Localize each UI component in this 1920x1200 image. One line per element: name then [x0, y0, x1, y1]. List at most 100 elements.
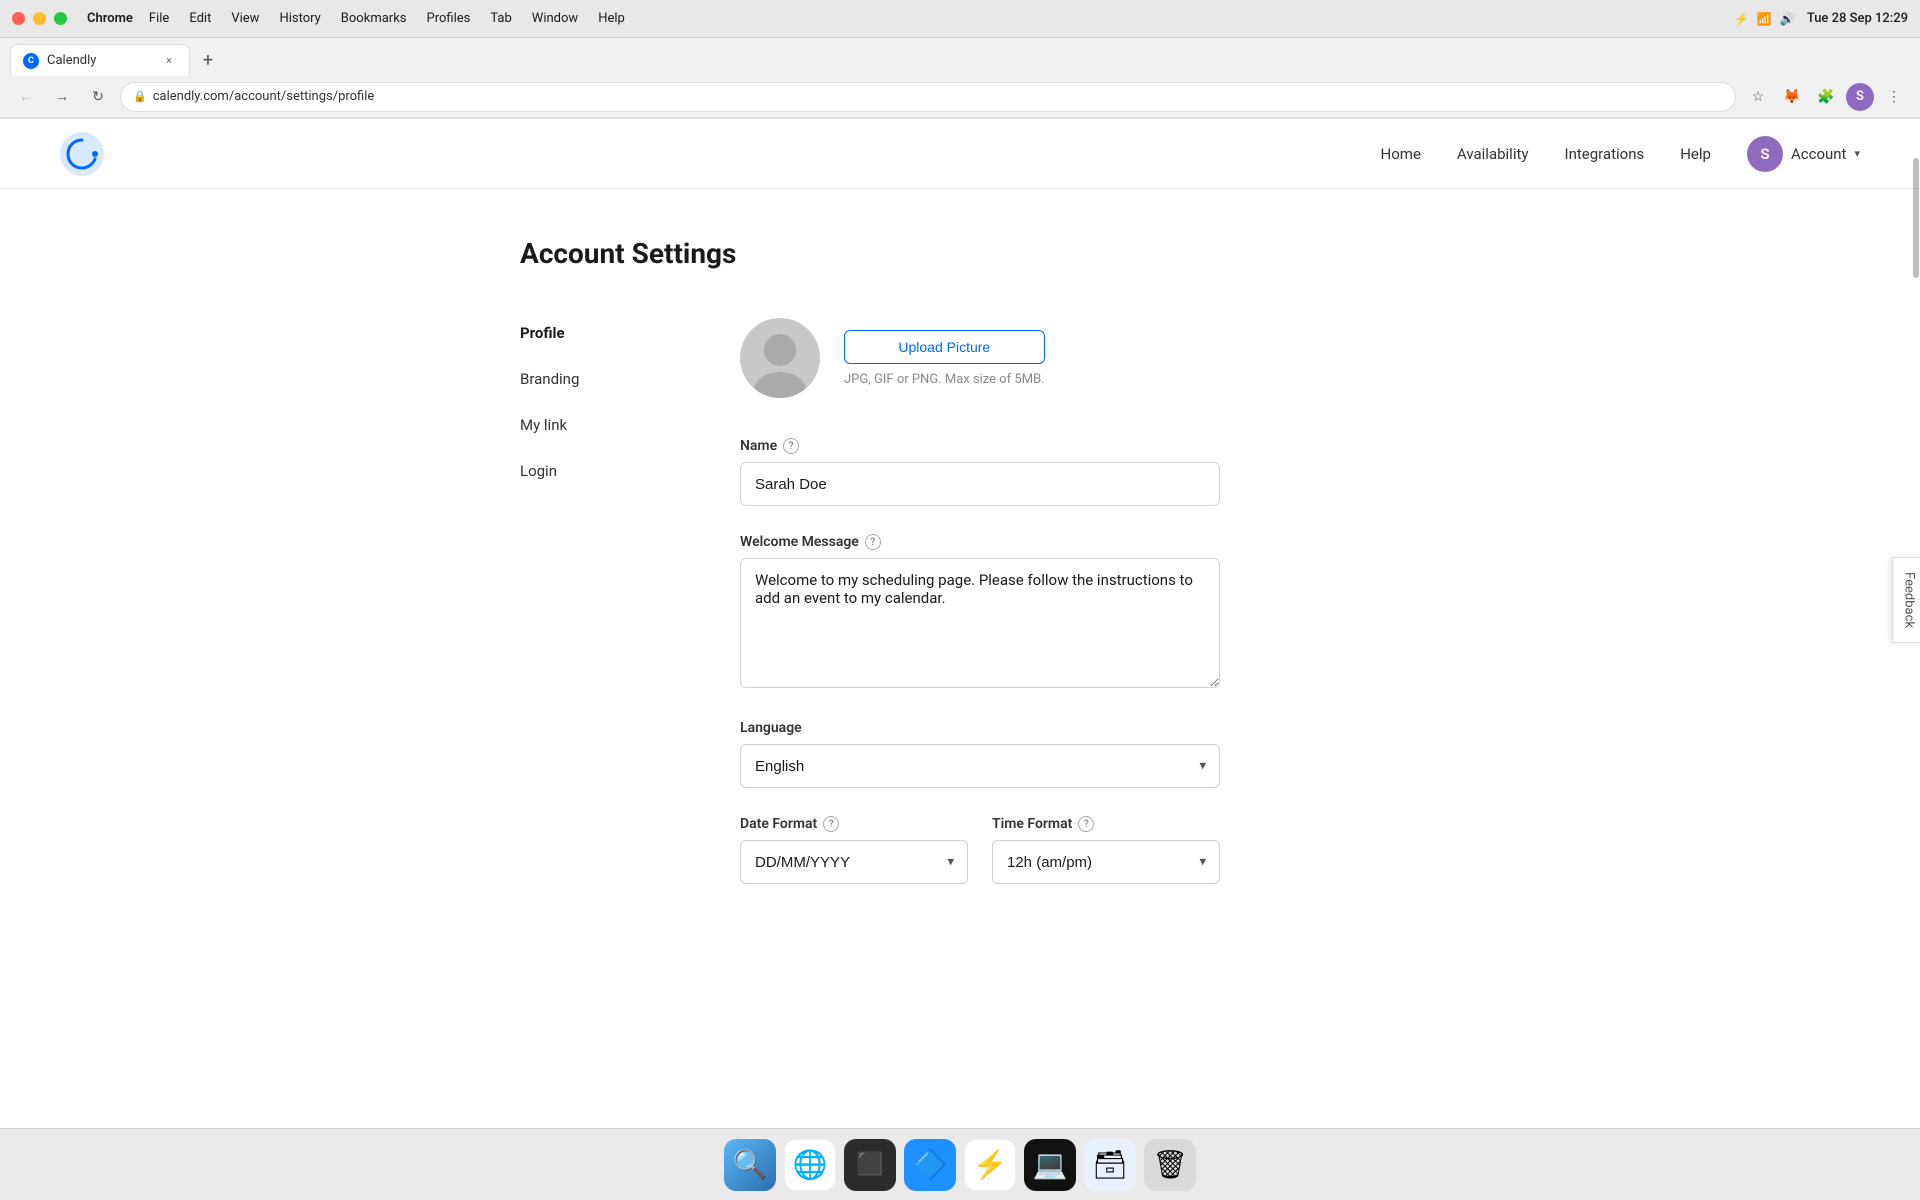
menu-bookmarks[interactable]: Bookmarks	[333, 9, 415, 28]
nav-help[interactable]: Help	[1680, 145, 1711, 163]
feedback-tab[interactable]: Feedback	[1893, 557, 1920, 643]
upload-hint: JPG, GIF or PNG. Max size of 5MB.	[844, 372, 1045, 387]
close-window-button[interactable]	[12, 12, 25, 25]
nav-integrations[interactable]: Integrations	[1564, 145, 1644, 163]
sidebar-item-my-link[interactable]: My link	[520, 410, 660, 440]
browser-chrome: C Calendly × + ← → ↻ 🔒 calendly.com/acco…	[0, 38, 1920, 119]
dock-terminal[interactable]: ⬛	[844, 1139, 896, 1191]
settings-layout: Profile Branding My link Login Upl	[520, 318, 1400, 912]
system-icons: ⚡ 📶 🔊	[1734, 12, 1795, 26]
system-time: Tue 28 Sep 12:29	[1807, 11, 1908, 26]
browser-right-controls: ☆ 🦊 🧩 S ⋮	[1744, 83, 1908, 111]
trash-icon: 🗑	[1152, 1148, 1188, 1181]
menu-view[interactable]: View	[223, 9, 267, 28]
volume-icon: 🔊	[1780, 12, 1795, 26]
menu-history[interactable]: History	[271, 9, 328, 28]
url-bar[interactable]: 🔒 calendly.com/account/settings/profile	[120, 82, 1736, 112]
maximize-window-button[interactable]	[54, 12, 67, 25]
nav-home[interactable]: Home	[1381, 145, 1421, 163]
sidebar-item-branding[interactable]: Branding	[520, 364, 660, 394]
tab-title: Calendly	[47, 53, 153, 68]
welcome-message-label: Welcome Message ?	[740, 534, 1220, 550]
fox-extension-button[interactable]: 🦊	[1778, 83, 1806, 111]
format-row: Date Format ? DD/MM/YYYY MM/DD/YYYY YYYY…	[740, 816, 1220, 912]
name-help-icon[interactable]: ?	[783, 438, 799, 454]
avatar-upload-area: Upload Picture JPG, GIF or PNG. Max size…	[844, 330, 1045, 387]
time-format-label: Time Format ?	[992, 816, 1220, 832]
minimize-window-button[interactable]	[33, 12, 46, 25]
vscode-icon: 🔷	[913, 1148, 948, 1181]
more-options-button[interactable]: ⋮	[1880, 83, 1908, 111]
menu-window[interactable]: Window	[524, 9, 586, 28]
dock-vscode[interactable]: 🔷	[904, 1139, 956, 1191]
titlebar-right: ⚡ 📶 🔊 Tue 28 Sep 12:29	[1734, 11, 1908, 26]
time-format-select[interactable]: 12h (am/pm) 24h	[992, 840, 1220, 884]
calendly-logo-icon	[60, 132, 104, 176]
settings-form: Upload Picture JPG, GIF or PNG. Max size…	[740, 318, 1220, 912]
account-label: Account	[1791, 145, 1847, 163]
upload-picture-button[interactable]: Upload Picture	[844, 330, 1045, 364]
menu-edit[interactable]: Edit	[181, 9, 219, 28]
voltcraft-icon: ⚡	[973, 1148, 1008, 1181]
sidebar-item-login[interactable]: Login	[520, 456, 660, 486]
tab-close-button[interactable]: ×	[161, 53, 177, 69]
settings-sidebar: Profile Branding My link Login	[520, 318, 660, 502]
welcome-message-help-icon[interactable]: ?	[865, 534, 881, 550]
language-select[interactable]: English Spanish French German Portuguese	[740, 744, 1220, 788]
welcome-message-input[interactable]: Welcome to my scheduling page. Please fo…	[740, 558, 1220, 688]
date-format-help-icon[interactable]: ?	[823, 816, 839, 832]
page-title: Account Settings	[520, 237, 1400, 270]
date-format-label: Date Format ?	[740, 816, 968, 832]
titlebar-menu: Chrome File Edit View History Bookmarks …	[87, 9, 633, 28]
menu-file[interactable]: File	[141, 9, 177, 28]
sidebar-item-profile[interactable]: Profile	[520, 318, 660, 348]
language-select-wrapper: English Spanish French German Portuguese…	[740, 744, 1220, 788]
name-label: Name ?	[740, 438, 1220, 454]
browser-tab[interactable]: C Calendly ×	[10, 44, 190, 76]
time-format-help-icon[interactable]: ?	[1078, 816, 1094, 832]
tableplus-icon: 🗃	[1092, 1148, 1128, 1181]
dock-finder[interactable]: 🔍	[724, 1139, 776, 1191]
bookmark-star-button[interactable]: ☆	[1744, 83, 1772, 111]
app-name: Chrome	[87, 11, 133, 26]
tab-favicon-letter: C	[28, 56, 34, 66]
date-format-field-group: Date Format ? DD/MM/YYYY MM/DD/YYYY YYYY…	[740, 816, 968, 884]
tab-bar: C Calendly × +	[0, 38, 1920, 76]
nav-availability[interactable]: Availability	[1457, 145, 1529, 163]
dock-trash[interactable]: 🗑	[1144, 1139, 1196, 1191]
scrollbar-thumb[interactable]	[1913, 158, 1919, 278]
dock-voltcraft[interactable]: ⚡	[964, 1139, 1016, 1191]
avatar-person-icon	[740, 318, 820, 398]
avatar-section: Upload Picture JPG, GIF or PNG. Max size…	[740, 318, 1220, 398]
language-field-group: Language English Spanish French German P…	[740, 720, 1220, 788]
refresh-button[interactable]: ↻	[84, 83, 112, 111]
time-format-select-wrapper: 12h (am/pm) 24h ▾	[992, 840, 1220, 884]
traffic-lights	[12, 12, 67, 25]
page-wrapper: Home Availability Integrations Help S Ac…	[0, 119, 1920, 1199]
logo[interactable]	[60, 132, 104, 176]
dock-chrome[interactable]: 🌐	[784, 1139, 836, 1191]
dock-iterm[interactable]: 💻	[1024, 1139, 1076, 1191]
profile-button[interactable]: S	[1846, 83, 1874, 111]
top-nav: Home Availability Integrations Help S Ac…	[0, 119, 1920, 189]
nav-account[interactable]: S Account ▾	[1747, 136, 1860, 172]
terminal-icon: ⬛	[856, 1152, 883, 1177]
extensions-button[interactable]: 🧩	[1812, 83, 1840, 111]
name-input[interactable]	[740, 462, 1220, 506]
new-tab-button[interactable]: +	[194, 46, 222, 74]
wifi-icon: 📶	[1757, 12, 1772, 26]
menu-profiles[interactable]: Profiles	[419, 9, 479, 28]
avatar-placeholder	[740, 318, 820, 398]
account-avatar: S	[1747, 136, 1783, 172]
dock-tableplus[interactable]: 🗃	[1084, 1139, 1136, 1191]
date-format-select[interactable]: DD/MM/YYYY MM/DD/YYYY YYYY-MM-DD	[740, 840, 968, 884]
menu-tab[interactable]: Tab	[482, 9, 519, 28]
forward-button[interactable]: →	[48, 83, 76, 111]
iterm-icon: 💻	[1033, 1148, 1068, 1181]
back-button[interactable]: ←	[12, 83, 40, 111]
language-label: Language	[740, 720, 1220, 736]
main-content: Account Settings Profile Branding My lin…	[460, 189, 1460, 960]
date-format-select-wrapper: DD/MM/YYYY MM/DD/YYYY YYYY-MM-DD ▾	[740, 840, 968, 884]
menu-help[interactable]: Help	[590, 9, 633, 28]
url-text: calendly.com/account/settings/profile	[153, 89, 375, 104]
